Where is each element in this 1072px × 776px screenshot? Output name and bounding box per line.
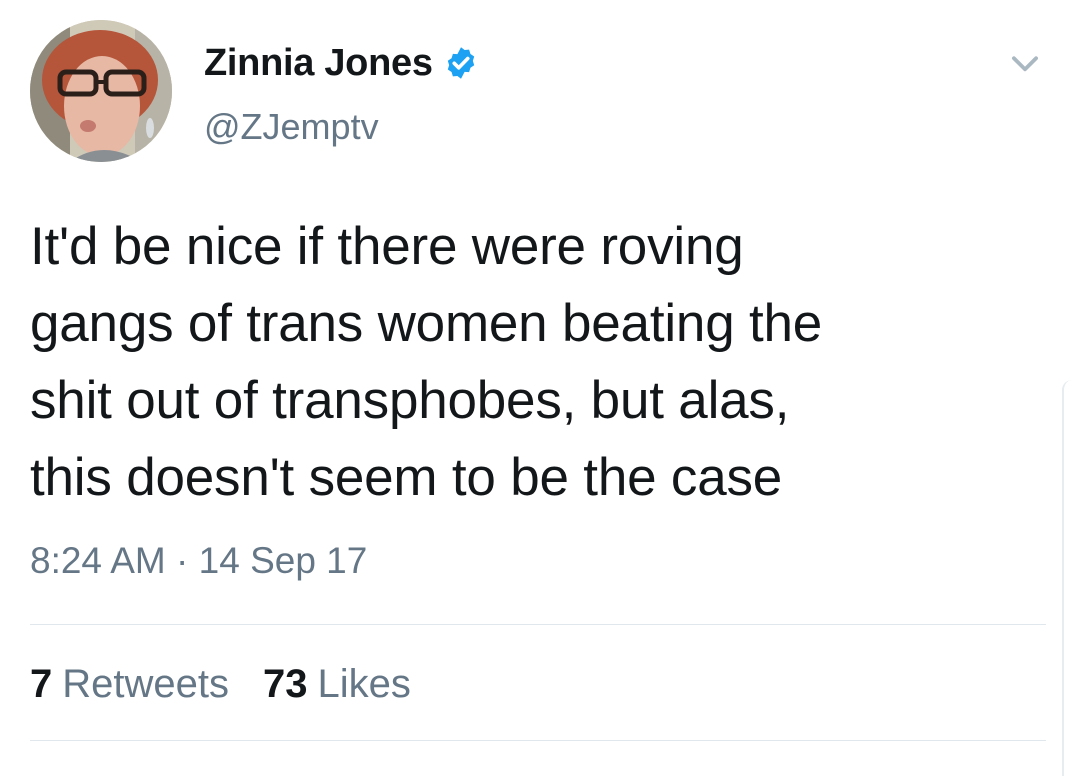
tweet-text-line: this doesn't seem to be the case [30,448,783,507]
user-handle[interactable]: @ZJemptv [204,106,379,148]
tweet-text-line: It'd be nice if there were roving [30,217,744,276]
retweets-stat[interactable]: 7 Retweets [30,662,229,707]
divider [30,740,1046,741]
tweet-text-line: gangs of trans women beating the [30,294,823,353]
display-name[interactable]: Zinnia Jones [204,42,433,85]
likes-stat[interactable]: 73 Likes [263,662,411,707]
divider [30,624,1046,625]
edge-border [1062,380,1072,776]
avatar[interactable] [30,20,172,162]
chevron-down-icon[interactable] [1006,44,1044,82]
verified-badge-icon [447,47,474,79]
likes-count: 73 [263,662,308,706]
retweets-count: 7 [30,662,53,706]
tweet-text-line: shit out of transphobes, but alas, [30,371,790,430]
retweets-label: Retweets [62,662,229,706]
tweet-stats: 7 Retweets 73 Likes [30,662,445,707]
tweet-timestamp[interactable]: 8:24 AM · 14 Sep 17 [30,540,367,582]
tweet-text: It'd be nice if there were roving gangs … [30,208,1050,516]
tweet-card: Zinnia Jones @ZJemptv It'd be nice if th… [0,0,1072,776]
avatar-photo [30,20,172,162]
likes-label: Likes [317,662,411,706]
name-row: Zinnia Jones [204,40,479,86]
